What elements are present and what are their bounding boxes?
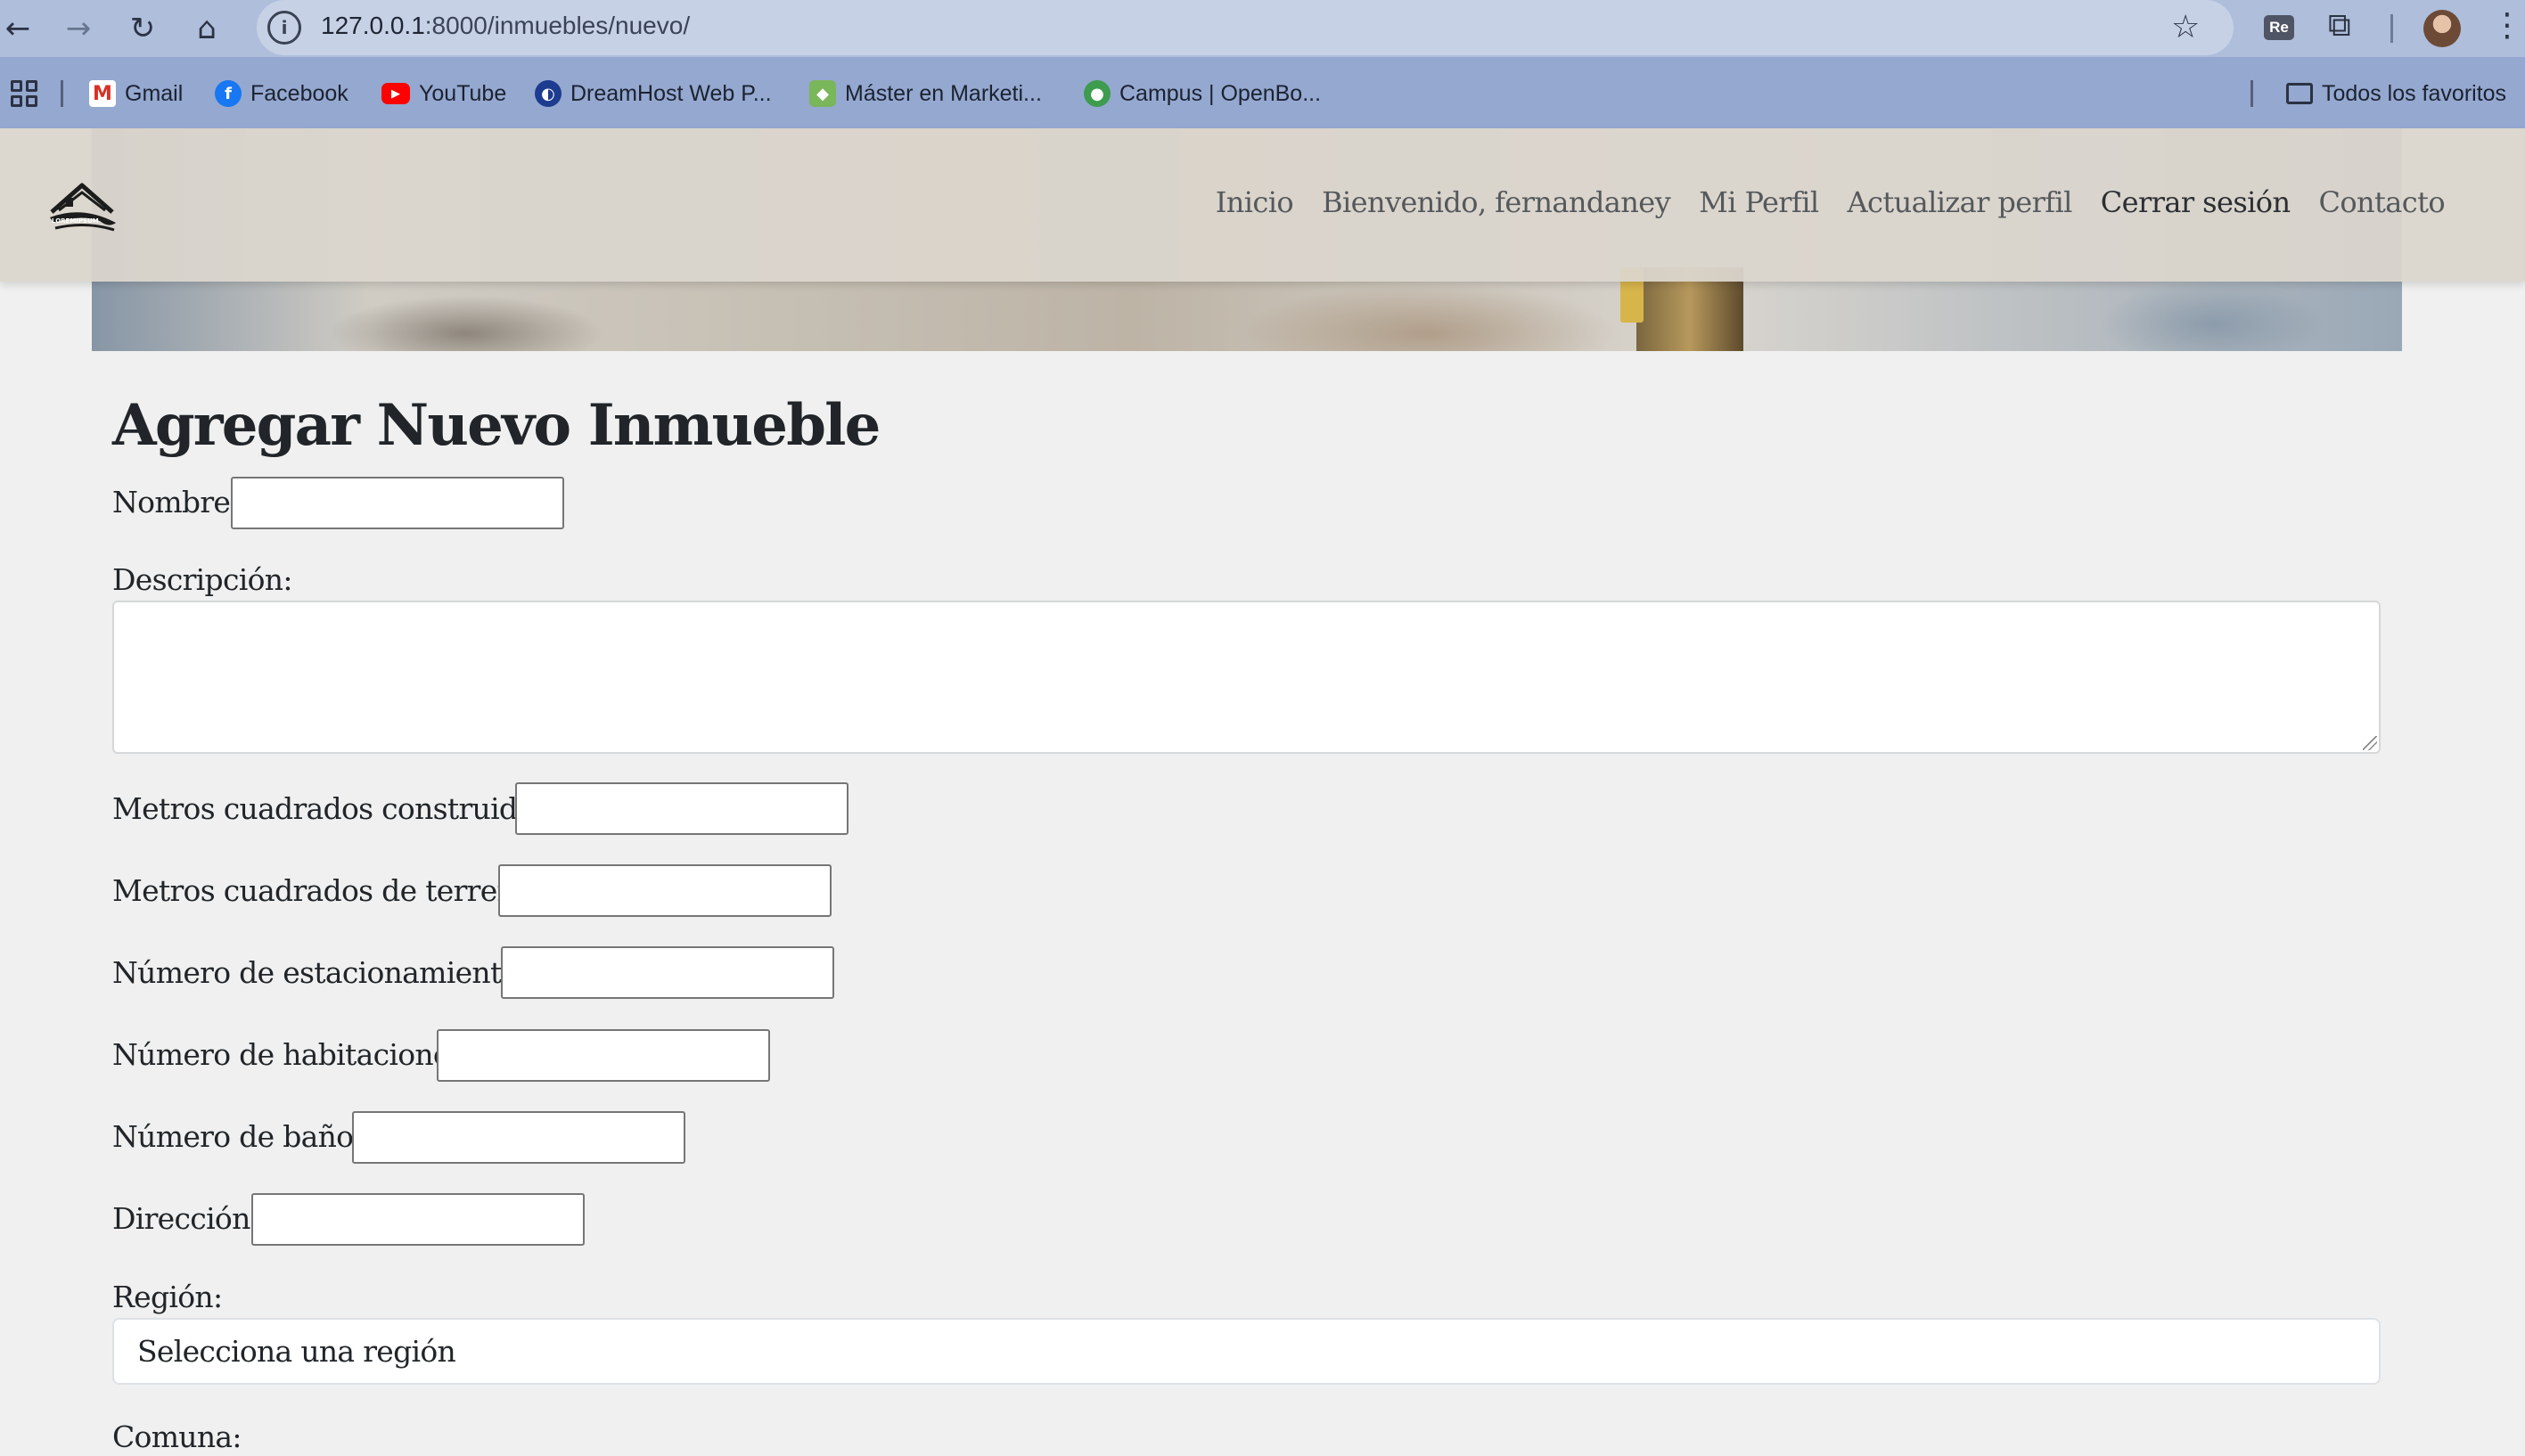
bookmark-label: Máster en Marketi... (845, 80, 1042, 106)
direccion-label: Dirección: (112, 1201, 260, 1236)
nav-cerrar-sesion[interactable]: Cerrar sesión (2101, 185, 2291, 219)
url-text[interactable]: 127.0.0.1:8000/inmuebles/nuevo/ (321, 12, 690, 40)
descripcion-textarea[interactable] (112, 601, 2381, 754)
nav-bienvenido[interactable]: Bienvenido, fernandaney (1322, 185, 1671, 219)
apps-grid-icon[interactable] (11, 80, 37, 107)
menu-dots-icon[interactable]: ⋮ (2491, 7, 2523, 44)
extension-re-icon[interactable]: Re (2264, 15, 2294, 40)
bookmark-star-icon[interactable]: ☆ (2171, 9, 2200, 45)
home-icon[interactable]: ⌂ (187, 9, 226, 48)
descripcion-label: Descripción: (112, 562, 292, 597)
habitaciones-input[interactable] (437, 1029, 770, 1082)
gmail-icon: M (89, 80, 116, 107)
marketing-icon: ◆ (809, 80, 836, 107)
dreamhost-icon: ◐ (535, 80, 562, 107)
region-selected-value: Selecciona una región (137, 1334, 456, 1369)
m2-construidos-input[interactable] (515, 782, 848, 835)
nav-mi-perfil[interactable]: Mi Perfil (1699, 185, 1819, 219)
m2-construidos-label: Metros cuadrados construidos: (112, 791, 559, 826)
estacionamientos-label: Número de estacionamientos: (112, 955, 543, 990)
reload-icon[interactable]: ↻ (123, 9, 162, 48)
logo-text: LOREMIPSUM (52, 217, 99, 225)
back-icon[interactable]: ← (0, 9, 37, 48)
profile-avatar[interactable] (2423, 10, 2461, 47)
bookmark-label: Campus | OpenBo... (1119, 80, 1322, 106)
nav-inicio[interactable]: Inicio (1216, 185, 1294, 219)
bookmark-marketing[interactable]: ◆ Máster en Marketi... (809, 76, 1042, 111)
bookmark-label: DreamHost Web P... (570, 80, 772, 106)
bookmark-youtube[interactable]: ▶ YouTube (381, 76, 506, 111)
site-info-icon[interactable]: i (267, 11, 301, 45)
url-path: :8000/inmuebles/nuevo/ (424, 12, 691, 39)
bookmark-label: Facebook (250, 80, 348, 106)
banos-input[interactable] (352, 1111, 685, 1164)
banos-label: Número de baños: (112, 1119, 378, 1154)
forward-icon[interactable]: → (59, 9, 98, 48)
bookmark-facebook[interactable]: f Facebook (215, 76, 348, 111)
resize-grip-icon[interactable] (2363, 736, 2377, 750)
openbootcamp-icon: ● (1084, 80, 1111, 107)
main-nav: Inicio Bienvenido, fernandaney Mi Perfil… (1216, 185, 2446, 219)
bookmark-gmail[interactable]: M Gmail (89, 76, 183, 111)
bookmark-openbootcamp[interactable]: ● Campus | OpenBo... (1084, 76, 1321, 111)
all-bookmarks-folder[interactable]: Todos los favoritos (2286, 76, 2506, 111)
url-host: 127.0.0.1 (321, 12, 425, 39)
nombre-label: Nombre: (112, 485, 240, 519)
bookmark-label: Gmail (125, 80, 184, 106)
toolbar-separator (2390, 14, 2393, 43)
bookmarks-separator (2250, 80, 2253, 107)
site-logo[interactable]: LOREMIPSUM (46, 178, 118, 235)
bookmark-label: YouTube (419, 80, 507, 106)
m2-terreno-input[interactable] (498, 864, 832, 917)
habitaciones-label: Número de habitaciones: (112, 1037, 474, 1072)
all-bookmarks-label: Todos los favoritos (2322, 80, 2507, 106)
region-label: Región: (112, 1280, 223, 1314)
facebook-icon: f (215, 80, 242, 107)
bookmarks-separator (61, 80, 63, 107)
extensions-puzzle-icon[interactable]: ⧉ (2328, 7, 2351, 45)
nombre-input[interactable] (231, 477, 564, 529)
nav-actualizar-perfil[interactable]: Actualizar perfil (1848, 185, 2073, 219)
folder-icon (2286, 83, 2313, 104)
nav-contacto[interactable]: Contacto (2318, 185, 2445, 219)
comuna-label: Comuna: (112, 1419, 242, 1454)
page-title: Agregar Nuevo Inmueble (112, 392, 881, 459)
youtube-icon: ▶ (381, 83, 410, 104)
bookmark-dreamhost[interactable]: ◐ DreamHost Web P... (535, 76, 772, 111)
estacionamientos-input[interactable] (501, 946, 834, 999)
direccion-input[interactable] (251, 1193, 585, 1246)
m2-terreno-label: Metros cuadrados de terreno: (112, 873, 542, 908)
region-select[interactable]: Selecciona una región (112, 1318, 2381, 1385)
